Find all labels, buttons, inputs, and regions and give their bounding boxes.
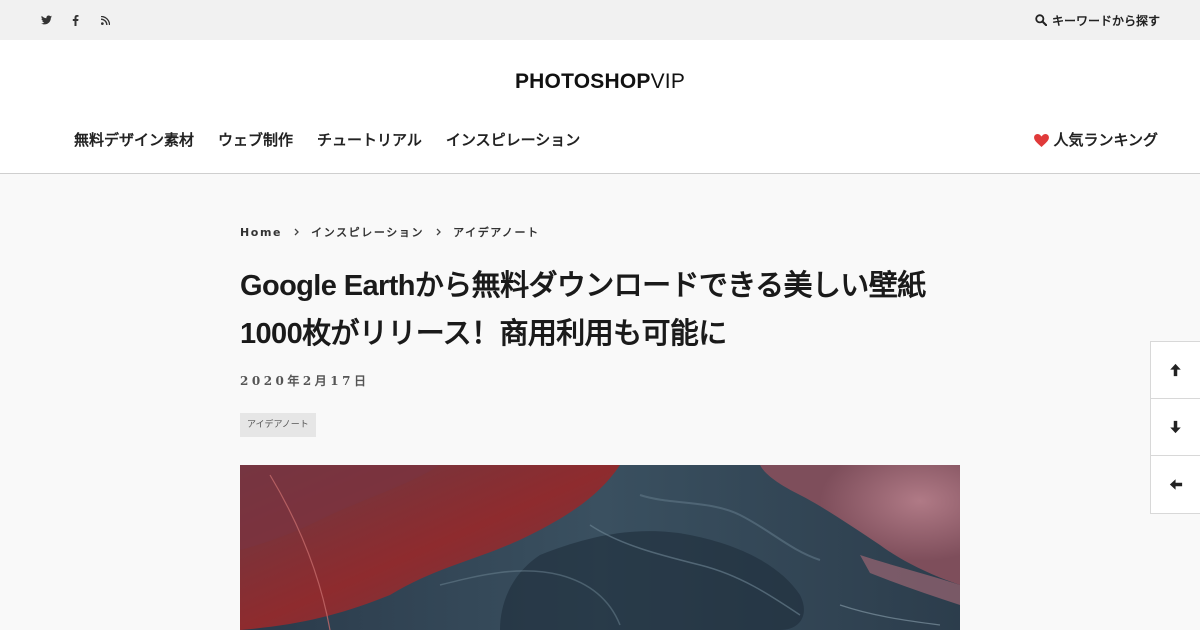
rss-link[interactable] — [98, 0, 112, 40]
category-tag[interactable]: アイデアノート — [240, 413, 316, 437]
arrow-down-icon — [1170, 420, 1181, 434]
nav-item-tutorial[interactable]: チュートリアル — [317, 130, 422, 150]
breadcrumb-inspiration[interactable]: インスピレーション — [311, 224, 424, 240]
chevron-right-icon — [436, 228, 441, 236]
search-label: キーワードから探す — [1051, 13, 1160, 28]
main-nav: 無料デザイン素材 ウェブ制作 チュートリアル インスピレーション — [74, 130, 580, 150]
article-title: Google Earthから無料ダウンロードできる美しい壁紙 1000枚がリリー… — [240, 262, 970, 358]
facebook-icon — [72, 14, 78, 26]
search-icon — [1035, 14, 1047, 26]
site-logo[interactable]: PHOTOSHOPVIP — [0, 70, 1200, 94]
heart-icon — [1034, 133, 1050, 147]
scroll-top-button[interactable] — [1151, 342, 1200, 399]
article-title-line-1: Google Earthから無料ダウンロードできる美しい壁紙 — [240, 270, 926, 302]
keyword-search-link[interactable]: キーワードから探す — [1035, 0, 1160, 40]
logo-light-text: VIP — [650, 70, 686, 93]
chevron-right-icon — [294, 228, 300, 236]
back-button[interactable] — [1151, 456, 1200, 513]
facebook-link[interactable] — [68, 0, 82, 40]
site-header: PHOTOSHOPVIP 無料デザイン素材 ウェブ制作 チュートリアル インスピ… — [0, 40, 1200, 174]
ranking-label: 人気ランキング — [1053, 131, 1158, 149]
satellite-image — [240, 465, 960, 630]
twitter-icon — [40, 15, 52, 25]
nav-item-web[interactable]: ウェブ制作 — [218, 130, 293, 150]
article-date: 2020年2月17日 — [240, 374, 370, 388]
arrow-left-icon — [1169, 479, 1182, 490]
breadcrumb-idea-note[interactable]: アイデアノート — [453, 224, 540, 240]
scroll-controls — [1150, 341, 1200, 514]
breadcrumb: Home インスピレーション アイデアノート — [240, 224, 540, 240]
breadcrumb-home[interactable]: Home — [240, 226, 282, 239]
rss-icon — [100, 15, 110, 25]
article-title-line-2: 1000枚がリリース！商用利用も可能に — [240, 318, 727, 350]
top-bar: キーワードから探す — [0, 0, 1200, 40]
ranking-link[interactable]: 人気ランキング — [1034, 130, 1158, 150]
arrow-up-icon — [1170, 363, 1181, 377]
twitter-link[interactable] — [38, 0, 54, 40]
nav-item-inspiration[interactable]: インスピレーション — [446, 130, 580, 150]
scroll-bottom-button[interactable] — [1151, 399, 1200, 456]
nav-item-free-design[interactable]: 無料デザイン素材 — [74, 130, 194, 150]
hero-image — [240, 465, 960, 630]
logo-bold-text: PHOTOSHOP — [514, 70, 651, 93]
